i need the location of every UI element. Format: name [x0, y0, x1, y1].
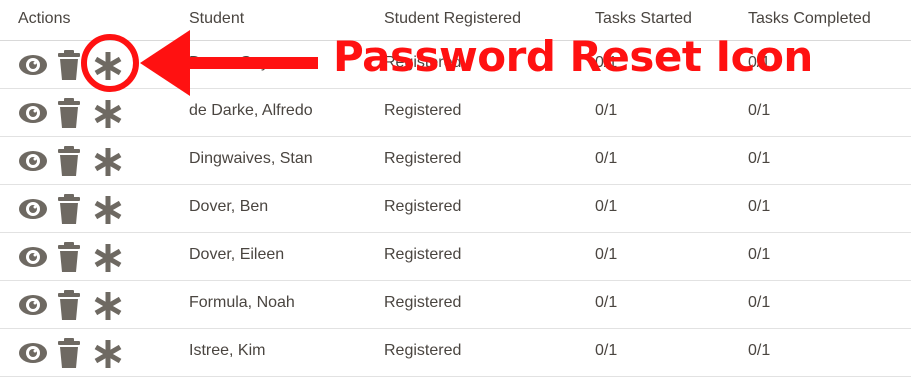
student-name[interactable]: Formula, Noah [189, 294, 295, 312]
trash-icon[interactable] [58, 290, 80, 325]
table-header: Actions Student Student Registered Tasks… [0, 0, 911, 41]
student-name[interactable]: Dover, Ben [189, 198, 268, 216]
registration-status: Registered [384, 102, 462, 119]
tasks-completed-value: 0/1 [748, 150, 771, 167]
trash-icon[interactable] [58, 242, 80, 277]
table-row: Dover, Eileen Registered 0/1 0/1 [0, 232, 911, 281]
registration-status: Registered [384, 294, 462, 311]
tasks-completed-value: 0/1 [748, 294, 771, 311]
asterisk-icon[interactable] [92, 50, 124, 87]
table-row: Dover, Ben Registered 0/1 0/1 [0, 184, 911, 233]
student-name[interactable]: Dover, Eileen [189, 246, 284, 264]
tasks-started-value: 0/1 [595, 54, 618, 71]
trash-icon[interactable] [58, 338, 80, 373]
registration-status: Registered [384, 246, 462, 263]
header-student[interactable]: Student [189, 10, 244, 28]
row-actions [18, 194, 128, 224]
tasks-completed-value: 0/1 [748, 246, 771, 263]
header-tasks-completed[interactable]: Tasks Completed [748, 10, 871, 28]
row-actions [18, 50, 128, 80]
tasks-completed-value: 0/1 [748, 54, 771, 71]
asterisk-icon[interactable] [92, 194, 124, 231]
eye-icon[interactable] [18, 293, 48, 322]
tasks-started-value: 0/1 [595, 294, 618, 311]
table-row: Istree, Kim Registered 0/1 0/1 [0, 328, 911, 377]
eye-icon[interactable] [18, 197, 48, 226]
row-actions [18, 242, 128, 272]
row-actions [18, 338, 128, 368]
row-actions [18, 290, 128, 320]
tasks-started-value: 0/1 [595, 150, 618, 167]
tasks-completed-value: 0/1 [748, 342, 771, 359]
student-name[interactable]: Dover, Gaye [189, 54, 278, 72]
eye-icon[interactable] [18, 101, 48, 130]
eye-icon[interactable] [18, 341, 48, 370]
tasks-completed-value: 0/1 [748, 198, 771, 215]
table-row: Dingwaives, Stan Registered 0/1 0/1 [0, 136, 911, 185]
trash-icon[interactable] [58, 98, 80, 133]
row-actions [18, 146, 128, 176]
registration-status: Registered [384, 150, 462, 167]
row-actions [18, 98, 128, 128]
table-row: Formula, Noah Registered 0/1 0/1 [0, 280, 911, 329]
eye-icon[interactable] [18, 53, 48, 82]
registration-status: Registered [384, 342, 462, 359]
asterisk-icon[interactable] [92, 98, 124, 135]
tasks-started-value: 0/1 [595, 102, 618, 119]
tasks-started-value: 0/1 [595, 246, 618, 263]
asterisk-icon[interactable] [92, 338, 124, 375]
header-actions: Actions [18, 10, 71, 27]
asterisk-icon[interactable] [92, 290, 124, 327]
tasks-started-value: 0/1 [595, 342, 618, 359]
tasks-started-value: 0/1 [595, 198, 618, 215]
trash-icon[interactable] [58, 146, 80, 181]
asterisk-icon[interactable] [92, 146, 124, 183]
trash-icon[interactable] [58, 194, 80, 229]
table-row: de Darke, Alfredo Registered 0/1 0/1 [0, 88, 911, 137]
student-name[interactable]: de Darke, Alfredo [189, 102, 313, 120]
student-name[interactable]: Istree, Kim [189, 342, 265, 360]
registration-status: Registered [384, 198, 462, 215]
header-student-registered[interactable]: Student Registered [384, 10, 521, 28]
registration-status: Registered [384, 54, 462, 71]
eye-icon[interactable] [18, 149, 48, 178]
header-tasks-started[interactable]: Tasks Started [595, 10, 692, 28]
table-row: Dover, Gaye Registered 0/1 0/1 [0, 40, 911, 89]
tasks-completed-value: 0/1 [748, 102, 771, 119]
trash-icon[interactable] [58, 50, 80, 85]
student-name[interactable]: Dingwaives, Stan [189, 150, 313, 168]
eye-icon[interactable] [18, 245, 48, 274]
asterisk-icon[interactable] [92, 242, 124, 279]
